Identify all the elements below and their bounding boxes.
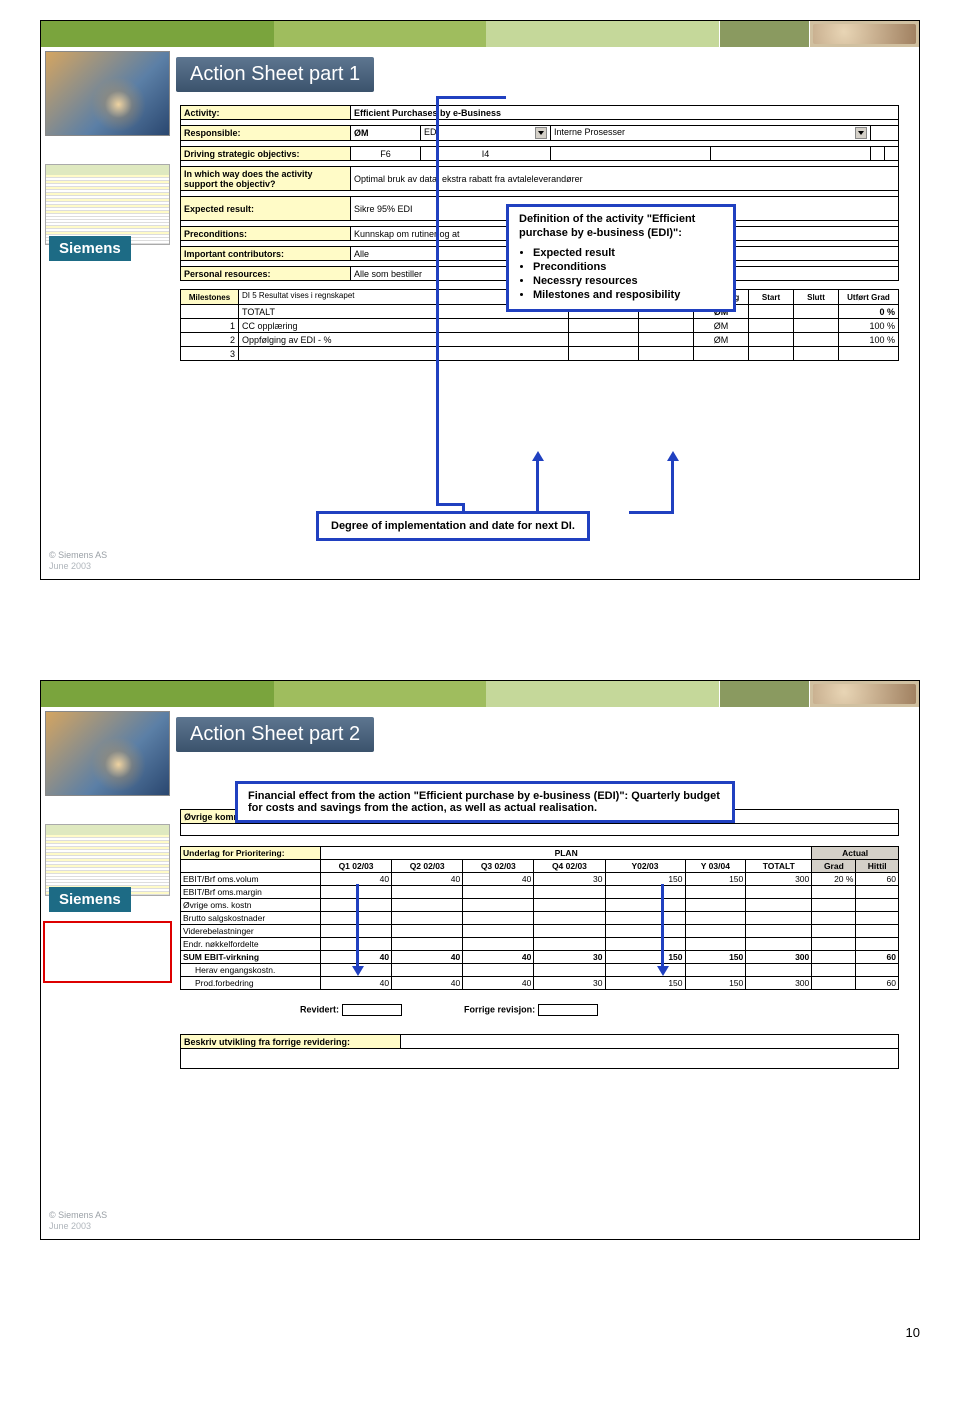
mini-form-preview — [45, 824, 170, 896]
milestone-row: 2 Oppfølging av EDI - % ØM 100 % — [181, 333, 899, 347]
support-value[interactable]: Optimal bruk av data, ekstra rabatt fra … — [351, 167, 899, 191]
callout-item: Milestones and resposibility — [533, 289, 723, 301]
expected-label: Expected result: — [181, 197, 351, 221]
slide-title: Action Sheet part 2 — [176, 717, 374, 752]
beskriv-label: Beskriv utvikling fra forrige revidering… — [181, 1035, 401, 1049]
hdr-grad: Utført Grad — [839, 290, 899, 305]
financial-table: Underlag for Prioritering: PLAN Actual Q… — [180, 846, 899, 990]
callout-item: Preconditions — [533, 261, 723, 273]
table-row: EBIT/Brf oms.margin — [181, 886, 899, 899]
driving-v1[interactable]: F6 — [351, 147, 421, 161]
header-band — [41, 681, 919, 707]
resources-label: Personal resources: — [181, 267, 351, 281]
table-row: Prod.forbedring4040403015015030060 — [181, 977, 899, 990]
callout-item: Expected result — [533, 247, 723, 259]
forrige-label: Forrige revisjon: — [464, 1004, 535, 1014]
slide-1: Siemens Action Sheet part 1 Activity: Ef… — [40, 20, 920, 580]
red-highlight — [43, 921, 172, 983]
footer: © Siemens AS June 2003 — [49, 1210, 107, 1233]
brand-tag: Siemens — [49, 236, 131, 261]
implementation-callout: Degree of implementation and date for ne… — [316, 511, 590, 541]
plan-header: PLAN — [321, 847, 812, 860]
table-row: EBIT/Brf oms.volum4040403015015030020 %6… — [181, 873, 899, 886]
sidebar: Siemens — [45, 711, 170, 896]
brand-tag: Siemens — [49, 887, 131, 912]
slide-title: Action Sheet part 1 — [176, 57, 374, 92]
activity-label: Activity: — [181, 106, 351, 120]
dropdown-edi[interactable]: EDI — [421, 126, 551, 141]
milestone-row: 1 CC opplæring ØM 100 % — [181, 319, 899, 333]
definition-callout: Definition of the activity "Efficient pu… — [506, 204, 736, 312]
financial-callout: Financial effect from the action "Effici… — [235, 781, 735, 823]
driving-label: Driving strategic objectivs: — [181, 147, 351, 161]
activity-value[interactable]: Efficient Purchases by e-Business — [351, 106, 899, 120]
hdr-slutt: Slutt — [794, 290, 839, 305]
chevron-down-icon[interactable] — [535, 127, 547, 139]
table-row: Viderebelastninger — [181, 925, 899, 938]
mini-form-preview — [45, 164, 170, 245]
revidert-field[interactable] — [342, 1004, 402, 1016]
forrige-field[interactable] — [538, 1004, 598, 1016]
actual-header: Actual — [812, 847, 899, 860]
sidebar-thumb — [45, 51, 170, 136]
milestone-row: 3 — [181, 347, 899, 361]
hdr-start: Start — [749, 290, 794, 305]
responsible-label: Responsible: — [181, 126, 351, 141]
beskriv-block: Beskriv utvikling fra forrige revidering… — [180, 1034, 899, 1069]
precond-label: Preconditions: — [181, 227, 351, 241]
sidebar-thumb — [45, 711, 170, 796]
table-row: Herav engangskostn. — [181, 964, 899, 977]
table-row: SUM EBIT-virkning4040403015015030060 — [181, 951, 899, 964]
chevron-down-icon[interactable] — [855, 127, 867, 139]
table-row: Brutto salgskostnader — [181, 912, 899, 925]
callout-title: Definition of the activity "Efficient pu… — [519, 213, 723, 241]
revidert-label: Revidert: — [300, 1004, 339, 1014]
sidebar: Siemens — [45, 51, 170, 245]
contrib-label: Important contributors: — [181, 247, 351, 261]
table-row: Øvrige oms. kostn — [181, 899, 899, 912]
slide-2: Siemens Action Sheet part 2 Financial ef… — [40, 680, 920, 1240]
header-band — [41, 21, 919, 47]
footer: © Siemens AS June 2003 — [49, 550, 107, 573]
underlag-label: Underlag for Prioritering: — [181, 847, 321, 860]
milestones-label: Milestones — [181, 290, 239, 305]
page-number: 10 — [906, 1325, 920, 1340]
callout-item: Necessry resources — [533, 275, 723, 287]
dropdown-process[interactable]: Interne Prosesser — [551, 126, 871, 141]
form-content: Financial effect from the action "Effici… — [176, 777, 919, 1089]
responsible-value[interactable]: ØM — [351, 126, 421, 141]
support-label: In which way does the activity support t… — [181, 167, 351, 191]
driving-v2[interactable]: I4 — [421, 147, 551, 161]
table-row: Endr. nøkkelfordelte — [181, 938, 899, 951]
